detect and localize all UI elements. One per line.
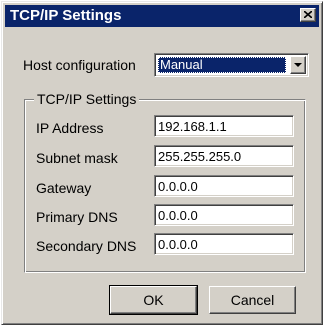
close-icon bbox=[304, 11, 312, 18]
primary-dns-input[interactable] bbox=[158, 207, 290, 224]
chevron-down-icon bbox=[294, 63, 302, 67]
ok-button[interactable]: OK bbox=[109, 285, 198, 315]
host-configuration-label: Host configuration bbox=[23, 57, 136, 73]
primary-dns-field[interactable] bbox=[154, 204, 294, 226]
ip-address-input[interactable] bbox=[158, 118, 290, 135]
tcpip-settings-dialog: TCP/IP Settings Host configuration Manua… bbox=[1, 1, 323, 325]
dialog-title: TCP/IP Settings bbox=[10, 7, 122, 24]
gateway-label: Gateway bbox=[36, 180, 92, 196]
gateway-field[interactable] bbox=[154, 175, 294, 197]
secondary-dns-field[interactable] bbox=[154, 233, 294, 255]
subnet-mask-label: Subnet mask bbox=[36, 150, 118, 166]
gateway-input[interactable] bbox=[158, 178, 290, 195]
close-button[interactable] bbox=[300, 8, 316, 22]
subnet-mask-field[interactable] bbox=[154, 145, 294, 167]
subnet-mask-input[interactable] bbox=[158, 148, 290, 165]
secondary-dns-input[interactable] bbox=[158, 236, 290, 253]
ip-address-field[interactable] bbox=[154, 115, 294, 137]
host-configuration-select[interactable]: Manual bbox=[154, 53, 309, 77]
secondary-dns-label: Secondary DNS bbox=[36, 238, 137, 254]
dropdown-button[interactable] bbox=[290, 56, 306, 74]
title-bar: TCP/IP Settings bbox=[5, 5, 319, 27]
host-configuration-selected-value: Manual bbox=[158, 57, 286, 73]
ip-address-label: IP Address bbox=[36, 120, 104, 136]
primary-dns-label: Primary DNS bbox=[36, 209, 118, 225]
group-title: TCP/IP Settings bbox=[34, 91, 140, 107]
cancel-button[interactable]: Cancel bbox=[209, 286, 296, 314]
